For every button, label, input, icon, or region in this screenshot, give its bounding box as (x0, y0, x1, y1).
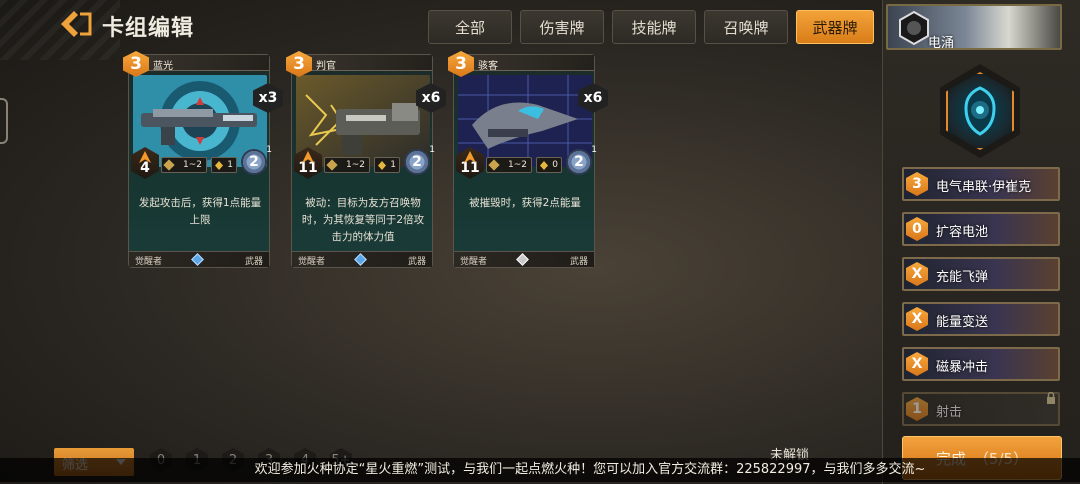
range-value: 1~2 (346, 160, 365, 170)
range-value: 1~2 (508, 160, 527, 170)
deck-card-list: 3 电气串联·伊崔克 0 扩容电池 X 充能飞弹 X 能量变送 X 磁暴冲击 1… (902, 167, 1060, 437)
range-icon (163, 159, 175, 171)
card-description: 发起攻击后，获得1点能量上限 (138, 197, 262, 226)
hero-banner[interactable]: 电涌 (886, 4, 1062, 50)
range-stat: 1~2 (486, 157, 532, 173)
deck-card-cost: X (906, 352, 928, 376)
card-type: 武器 (244, 257, 263, 267)
card-name: 骇客 (478, 61, 498, 72)
range-icon (488, 159, 500, 171)
energy-value: 0 (552, 160, 558, 170)
card-description: 被摧毁时，获得2点能量 (469, 197, 581, 209)
energy-icon (378, 161, 386, 170)
page-title: 卡组编辑 (102, 16, 195, 41)
card-footer: 觉醒者 武器 (292, 251, 432, 267)
attack-stat: 11 (294, 147, 322, 179)
card-footer: 觉醒者 武器 (129, 251, 269, 267)
range-stat: 1~2 (161, 157, 207, 173)
rarity-gem-icon (191, 253, 204, 266)
deck-card-cost: X (906, 307, 928, 331)
gear-icon: 2 (566, 149, 592, 175)
weapon-card[interactable]: 3 判官 x6 11 1~2 1 2 1 被动：目标为友方召唤物时，为其恢复等同… (286, 51, 446, 268)
deck-card-name: 磁暴冲击 (936, 360, 989, 375)
rarity-gem-icon (354, 253, 367, 266)
range-stat: 1~2 (324, 157, 370, 173)
announcement-ticker: 欢迎参加火种协定“星火重燃”测试，与我们一起点燃火种！您可以加入官方交流群：22… (0, 458, 1080, 482)
energy-icon (215, 161, 223, 170)
durability-value: 2 (574, 154, 584, 170)
energy-value: 1 (227, 160, 233, 170)
back-arrow-icon[interactable] (58, 8, 94, 40)
card-class: 觉醒者 (298, 257, 326, 267)
durability-stat: 2 1 (239, 145, 272, 179)
card-type: 武器 (407, 257, 426, 267)
deck-card-item[interactable]: X 充能飞弹 (902, 257, 1060, 291)
card-header: 判官 (292, 55, 432, 72)
card-footer: 觉醒者 武器 (454, 251, 594, 267)
energy-stat: 1 (374, 157, 400, 173)
attack-stat: 4 (131, 147, 159, 179)
deck-card-item[interactable]: 0 扩容电池 (902, 212, 1060, 246)
range-value: 1~2 (183, 160, 202, 170)
side-drawer-handle[interactable] (0, 98, 8, 144)
durability-value: 2 (412, 154, 422, 170)
card-stats: 11 1~2 0 2 1 (456, 145, 597, 179)
card-stats: 11 1~2 1 2 1 (294, 145, 435, 179)
attack-value: 11 (460, 160, 480, 176)
deck-card-cost: 1 (906, 397, 928, 421)
lock-icon (1047, 392, 1055, 404)
energy-icon (540, 161, 548, 170)
weapon-card[interactable]: 3 蓝光 x3 4 1~2 1 2 1 发起攻击后，获得1点能量上限 觉醒者 武… (123, 51, 283, 268)
card-class: 觉醒者 (460, 257, 488, 267)
deck-card-item[interactable]: X 能量变送 (902, 302, 1060, 336)
deck-card-item[interactable]: X 磁暴冲击 (902, 347, 1060, 381)
card-description: 被动：目标为友方召唤物时，为其恢复等同于2倍攻击力的体力值 (301, 197, 425, 243)
gear-icon: 2 (404, 149, 430, 175)
deck-card-name: 充能飞弹 (936, 270, 989, 285)
tab-summon[interactable]: 召唤牌 (704, 10, 788, 44)
card-class: 觉醒者 (135, 257, 163, 267)
deck-card-cost: X (906, 262, 928, 286)
deck-card-name: 扩容电池 (936, 225, 989, 240)
card-header: 蓝光 (129, 55, 269, 72)
card-name: 判官 (316, 61, 336, 72)
card-type-tabs: 全部 伤害牌 技能牌 召唤牌 武器牌 (428, 10, 874, 44)
card-type: 武器 (569, 257, 588, 267)
deck-card-name: 电气串联·伊崔克 (936, 180, 1032, 195)
deck-card-item[interactable]: 3 电气串联·伊崔克 (902, 167, 1060, 201)
durability-stat: 2 1 (402, 145, 435, 179)
energy-value: 1 (390, 160, 396, 170)
hero-name: 电涌 (928, 36, 955, 50)
tab-damage[interactable]: 伤害牌 (520, 10, 604, 44)
deck-card-name: 能量变送 (936, 315, 989, 330)
energy-stat: 0 (536, 157, 562, 173)
card-name: 蓝光 (153, 61, 173, 72)
range-icon (326, 159, 338, 171)
durability-sub-value: 1 (266, 145, 272, 155)
card-header: 骇客 (454, 55, 594, 72)
attack-value: 4 (140, 160, 150, 176)
energy-stat: 1 (211, 157, 237, 173)
attack-value: 11 (298, 160, 318, 176)
tab-all[interactable]: 全部 (428, 10, 512, 44)
durability-value: 2 (249, 154, 259, 170)
deck-card-cost: 3 (906, 172, 928, 196)
deck-card-name: 射击 (936, 405, 963, 420)
gear-icon: 2 (241, 149, 267, 175)
tab-skill[interactable]: 技能牌 (612, 10, 696, 44)
attack-stat: 11 (456, 147, 484, 179)
deck-card-item-locked[interactable]: 1 射击 (902, 392, 1060, 426)
durability-sub-value: 1 (429, 145, 435, 155)
durability-stat: 2 1 (564, 145, 597, 179)
durability-sub-value: 1 (591, 145, 597, 155)
tab-weapon[interactable]: 武器牌 (796, 10, 874, 44)
card-stats: 4 1~2 1 2 1 (131, 145, 272, 179)
rarity-gem-icon (516, 253, 529, 266)
deck-card-cost: 0 (906, 217, 928, 241)
weapon-card[interactable]: 3 骇客 x6 11 1~2 0 2 1 被摧毁时，获得2点能量 觉醒者 武器 (448, 51, 608, 268)
